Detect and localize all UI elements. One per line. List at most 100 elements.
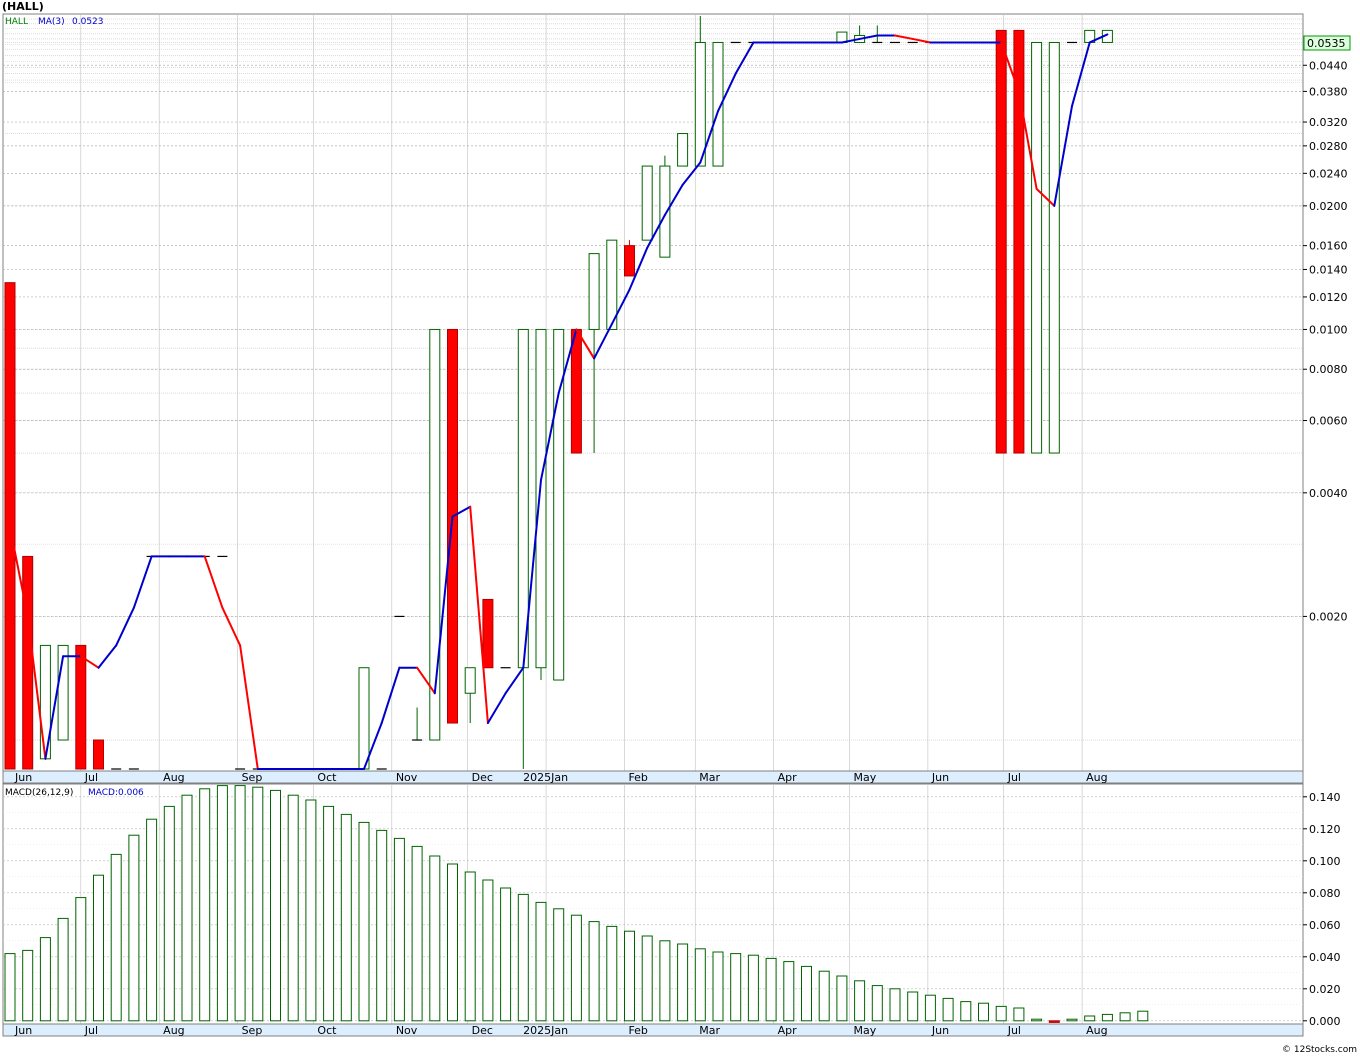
x-tick-label: 2025Jan xyxy=(523,771,568,784)
macd-bar xyxy=(22,949,34,1022)
legend-ma-value: 0.0523 xyxy=(72,17,104,27)
macd-bar xyxy=(93,874,104,1022)
macd-bar xyxy=(1084,1015,1096,1022)
macd-bar xyxy=(482,879,494,1022)
macd-bar xyxy=(1137,1010,1149,1022)
macd-bar xyxy=(517,893,529,1022)
macd-bar xyxy=(340,813,352,1022)
price-x-labels: Jun Jul Aug Sep Oct Nov Dec 2025Jan Feb Mar Apr May… xyxy=(14,771,1108,784)
price-y-tick-label: 0.0280 xyxy=(1309,140,1348,153)
macd-bar xyxy=(712,951,724,1022)
macd-bar xyxy=(216,785,228,1022)
macd-bar xyxy=(181,794,193,1022)
macd-bar xyxy=(836,975,848,1022)
chart-canvas: (HALL) 0.0440 0.0380 0.0320 0.0280 0.0240 0.0… xyxy=(2,0,1357,1055)
macd-bar xyxy=(411,845,423,1022)
x-tick-label: Jun xyxy=(931,771,949,784)
candle-body xyxy=(482,598,494,669)
candle-body xyxy=(694,41,706,167)
macd-x-axis-bar xyxy=(2,1023,1304,1037)
candle-body xyxy=(22,555,34,770)
macd-bar xyxy=(57,917,69,1022)
macd-bar xyxy=(553,908,565,1022)
last-price-badge: 0.0535 xyxy=(1303,35,1351,51)
macd-y-tick-label: 0.080 xyxy=(1309,887,1341,900)
candle-body xyxy=(517,328,529,669)
macd-bar xyxy=(146,818,158,1022)
macd-y-tick-label: 0.060 xyxy=(1309,919,1341,932)
macd-bar xyxy=(464,871,476,1022)
candle-body xyxy=(588,253,600,330)
price-y-tick-label: 0.0160 xyxy=(1309,240,1348,253)
macd-bar xyxy=(1119,1012,1131,1022)
macd-bar xyxy=(39,937,51,1022)
macd-bar xyxy=(677,943,689,1022)
macd-legend-label: MACD(26,12,9) xyxy=(5,788,73,798)
x-tick-label: Mar xyxy=(699,1024,720,1037)
macd-bar xyxy=(163,805,175,1022)
macd-legend-value: MACD:0.006 xyxy=(88,788,144,798)
macd-bar xyxy=(889,988,901,1022)
macd-bar xyxy=(1013,1007,1025,1022)
x-tick-label: Feb xyxy=(628,771,647,784)
macd-bar xyxy=(924,994,936,1022)
macd-bar xyxy=(199,788,211,1022)
macd-bar xyxy=(694,948,706,1022)
macd-bar xyxy=(801,965,812,1022)
legend-ticker: HALL xyxy=(5,17,28,27)
x-tick-label: May xyxy=(853,1024,876,1037)
x-tick-label: Jun xyxy=(931,1024,949,1037)
macd-bar xyxy=(641,935,653,1022)
price-y-tick-label: 0.0380 xyxy=(1309,85,1348,98)
x-tick-label: Jul xyxy=(1007,1024,1021,1037)
x-tick-label: Dec xyxy=(472,771,493,784)
candle-body xyxy=(358,667,370,770)
candle-body xyxy=(677,133,689,167)
macd-bar xyxy=(818,970,830,1022)
x-tick-label: Sep xyxy=(242,1024,263,1037)
x-tick-label: Apr xyxy=(778,1024,798,1037)
macd-bar xyxy=(500,887,512,1022)
macd-bar xyxy=(588,921,600,1022)
macd-bar xyxy=(960,1001,972,1022)
x-tick-label: Jun xyxy=(14,771,32,784)
x-tick-label: Jun xyxy=(14,1024,32,1037)
price-y-tick-label: 0.0080 xyxy=(1309,363,1348,376)
x-tick-label: Mar xyxy=(699,771,720,784)
macd-bar xyxy=(659,940,671,1022)
candle-body xyxy=(75,644,87,770)
macd-bar xyxy=(270,789,281,1022)
macd-y-tick-label: 0.140 xyxy=(1309,791,1341,804)
price-y-tick-label: 0.0240 xyxy=(1309,167,1348,180)
macd-bar xyxy=(1048,1020,1060,1023)
x-tick-label: Aug xyxy=(163,1024,184,1037)
x-tick-label: Feb xyxy=(628,1024,647,1037)
candle-body xyxy=(570,328,582,454)
price-y-tick-label: 0.0440 xyxy=(1309,59,1348,72)
macd-bar xyxy=(75,897,87,1022)
macd-bar xyxy=(393,837,405,1022)
macd-bar xyxy=(606,925,618,1022)
macd-bar xyxy=(765,957,777,1022)
macd-bar xyxy=(624,930,635,1022)
price-y-tick-label: 0.0200 xyxy=(1309,200,1348,213)
x-tick-label: Jul xyxy=(84,771,98,784)
macd-bar xyxy=(305,799,317,1022)
x-tick-label: Aug xyxy=(1086,1024,1107,1037)
x-tick-label: Nov xyxy=(396,1024,418,1037)
macd-bar xyxy=(323,805,335,1022)
price-y-tick-label: 0.0120 xyxy=(1309,291,1348,304)
chart-title: (HALL) xyxy=(2,0,44,13)
x-tick-label: Jul xyxy=(1007,771,1021,784)
macd-bar xyxy=(287,794,299,1022)
candle-body xyxy=(624,245,635,277)
candle-body xyxy=(1031,41,1043,454)
price-panel xyxy=(2,13,1304,772)
price-y-tick-label: 0.0060 xyxy=(1309,415,1348,428)
macd-bar xyxy=(234,785,246,1022)
macd-panel xyxy=(2,783,1304,1025)
macd-bar xyxy=(995,1005,1007,1022)
macd-bar xyxy=(358,821,370,1022)
x-tick-label: Oct xyxy=(317,1024,337,1037)
candle-body xyxy=(429,328,441,741)
